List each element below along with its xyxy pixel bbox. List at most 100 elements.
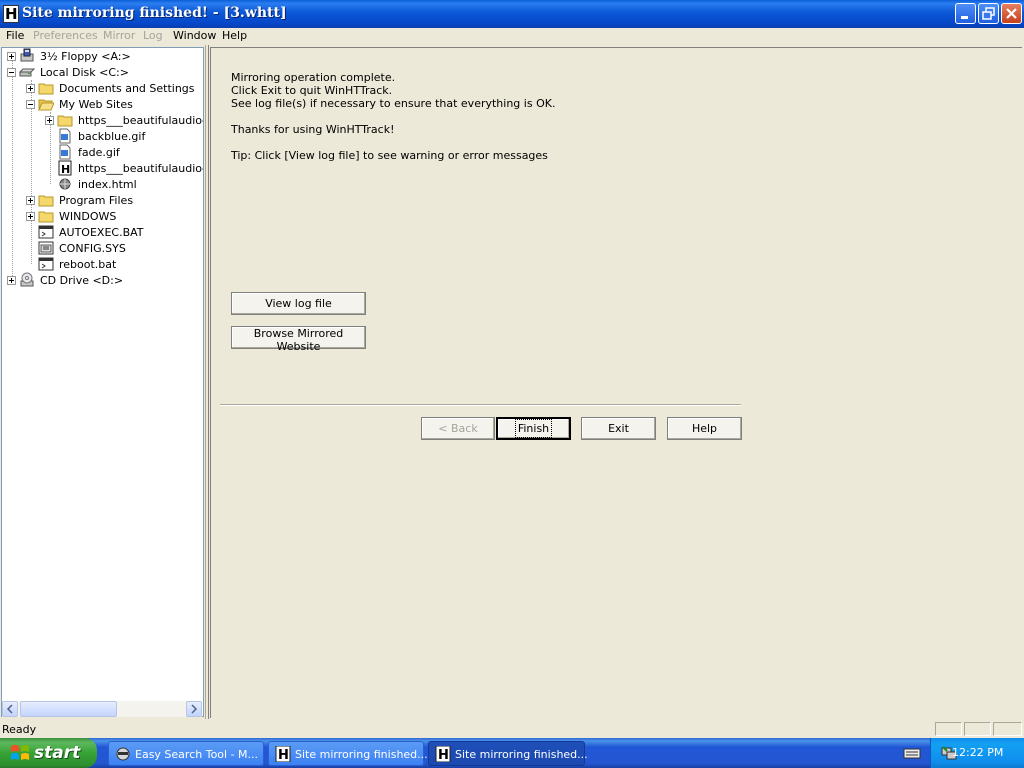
tree-item[interactable]: reboot.bat (2, 256, 202, 272)
folder-open-icon (38, 96, 55, 112)
tree-item[interactable]: fade.gif (2, 144, 202, 160)
expand-icon[interactable] (7, 276, 16, 285)
back-button[interactable]: < Back (421, 417, 495, 440)
clock[interactable]: 12:22 PM (952, 746, 1003, 759)
folder-tree[interactable]: 3½ Floppy <A:> Local Disk <C:> Documents a… (1, 47, 204, 717)
message-line-thanks: Thanks for using WinHTTrack! (231, 123, 395, 136)
tree-item[interactable]: index.html (2, 176, 202, 192)
arrow-right-icon (191, 704, 198, 714)
tree-item[interactable]: CD Drive <D:> (2, 272, 202, 288)
exit-button[interactable]: Exit (581, 417, 656, 440)
view-log-file-button[interactable]: View log file (231, 292, 366, 315)
menu-preferences[interactable]: Preferences (33, 29, 98, 42)
tree-item-label: CD Drive <D:> (40, 274, 124, 287)
sys-file-icon (38, 240, 54, 256)
collapse-icon[interactable] (7, 68, 16, 77)
message-line-log: See log file(s) if necessary to ensure t… (231, 97, 556, 110)
tree-item[interactable]: Program Files (2, 192, 202, 208)
httrack-app-icon[interactable]: H (3, 5, 19, 23)
browse-mirrored-website-button[interactable]: Browse Mirrored Website (231, 326, 366, 353)
minimize-icon (961, 16, 968, 19)
status-panel (993, 722, 1022, 736)
help-button[interactable]: Help (667, 417, 742, 440)
tree-item-label: Program Files (59, 194, 134, 207)
svg-text:H: H (438, 748, 449, 762)
tree-item[interactable]: Hhttps___beautifulaudioed (2, 160, 204, 176)
message-line-exit: Click Exit to quit WinHTTrack. (231, 84, 393, 97)
windows-logo-icon (11, 745, 29, 760)
tree-item-label: reboot.bat (59, 258, 117, 271)
tree-item-label: My Web Sites (59, 98, 133, 111)
tree-item-label: Local Disk <C:> (40, 66, 129, 79)
collapse-icon[interactable] (26, 100, 35, 109)
tree-item[interactable]: WINDOWS (2, 208, 202, 224)
window-title: Site mirroring finished! - [3.whtt] (22, 5, 287, 21)
restore-button[interactable] (978, 3, 999, 24)
tree-item[interactable]: AUTOEXEC.BAT (2, 224, 202, 240)
raccoon-app-icon (116, 747, 130, 761)
close-button[interactable] (1001, 3, 1022, 24)
html-file-icon (57, 176, 73, 192)
taskbar-easy-search-tool[interactable]: Easy Search Tool - M... (108, 741, 264, 766)
restore-icon (982, 7, 995, 20)
status-panel (935, 722, 962, 736)
status-bar: Ready (0, 720, 1024, 738)
finish-button[interactable]: Finish (496, 417, 571, 440)
bat-file-icon (38, 256, 54, 272)
expand-icon[interactable] (26, 196, 35, 205)
folder-icon (38, 208, 54, 224)
minimize-button[interactable] (955, 3, 976, 24)
menu-bar: File Preferences Mirror Log Window Help (0, 28, 1024, 45)
start-button[interactable]: start (0, 738, 97, 768)
bat-file-icon (38, 224, 54, 240)
menu-window[interactable]: Window (173, 29, 216, 42)
title-bar[interactable]: H Site mirroring finished! - [3.whtt] (0, 0, 1024, 28)
floppy-drive-icon (19, 48, 35, 64)
tree-item-label: fade.gif (78, 146, 120, 159)
menu-help[interactable]: Help (222, 29, 247, 42)
gif-file-icon (57, 144, 73, 160)
tree-item[interactable]: 3½ Floppy <A:> (2, 48, 202, 64)
tree-item[interactable]: https___beautifulaudioed (2, 112, 204, 128)
finish-panel (210, 47, 1022, 718)
tree-item-label: backblue.gif (78, 130, 146, 143)
scroll-right-button[interactable] (186, 701, 202, 717)
button-separator (220, 404, 741, 406)
tree-horizontal-scrollbar[interactable] (2, 701, 202, 717)
folder-icon (38, 192, 54, 208)
scroll-left-button[interactable] (2, 701, 18, 717)
tree-item-label: https___beautifulaudioed (78, 162, 204, 175)
message-line-complete: Mirroring operation complete. (231, 71, 396, 84)
expand-icon[interactable] (26, 84, 35, 93)
taskbar-site-mirroring-2[interactable]: H Site mirroring finished... (428, 741, 588, 766)
tree-item[interactable]: My Web Sites (2, 96, 202, 112)
folder-icon (38, 80, 54, 96)
status-text: Ready (2, 723, 37, 736)
tree-item-label: index.html (78, 178, 137, 191)
menu-mirror[interactable]: Mirror (103, 29, 135, 42)
httrack-app-icon: H (275, 746, 291, 762)
expand-icon[interactable] (45, 116, 54, 125)
tree-item[interactable]: Documents and Settings (2, 80, 202, 96)
tree-item-label: https___beautifulaudioed (78, 114, 204, 127)
expand-icon[interactable] (26, 212, 35, 221)
folder-icon (57, 112, 73, 128)
menu-log[interactable]: Log (143, 29, 163, 42)
taskbar-site-mirroring-1[interactable]: H Site mirroring finished... (268, 741, 428, 766)
tree-item[interactable]: Local Disk <C:> (2, 64, 202, 80)
keyboard-icon[interactable] (903, 746, 921, 760)
tree-item-label: WINDOWS (59, 210, 117, 223)
arrow-left-icon (6, 704, 13, 714)
status-panel (964, 722, 991, 736)
tree-item-label: Documents and Settings (59, 82, 195, 95)
tree-item[interactable]: CONFIG.SYS (2, 240, 202, 256)
tree-item[interactable]: backblue.gif (2, 128, 202, 144)
expand-icon[interactable] (7, 52, 16, 61)
message-line-tip: Tip: Click [View log file] to see warnin… (231, 149, 548, 162)
gif-file-icon (57, 128, 73, 144)
pane-splitter[interactable] (205, 45, 209, 719)
httrack-app-icon: H (435, 746, 451, 762)
taskbar: start Easy Search Tool - M... H Site mir… (0, 738, 1024, 768)
menu-file[interactable]: File (6, 29, 24, 42)
scroll-thumb[interactable] (20, 701, 117, 717)
